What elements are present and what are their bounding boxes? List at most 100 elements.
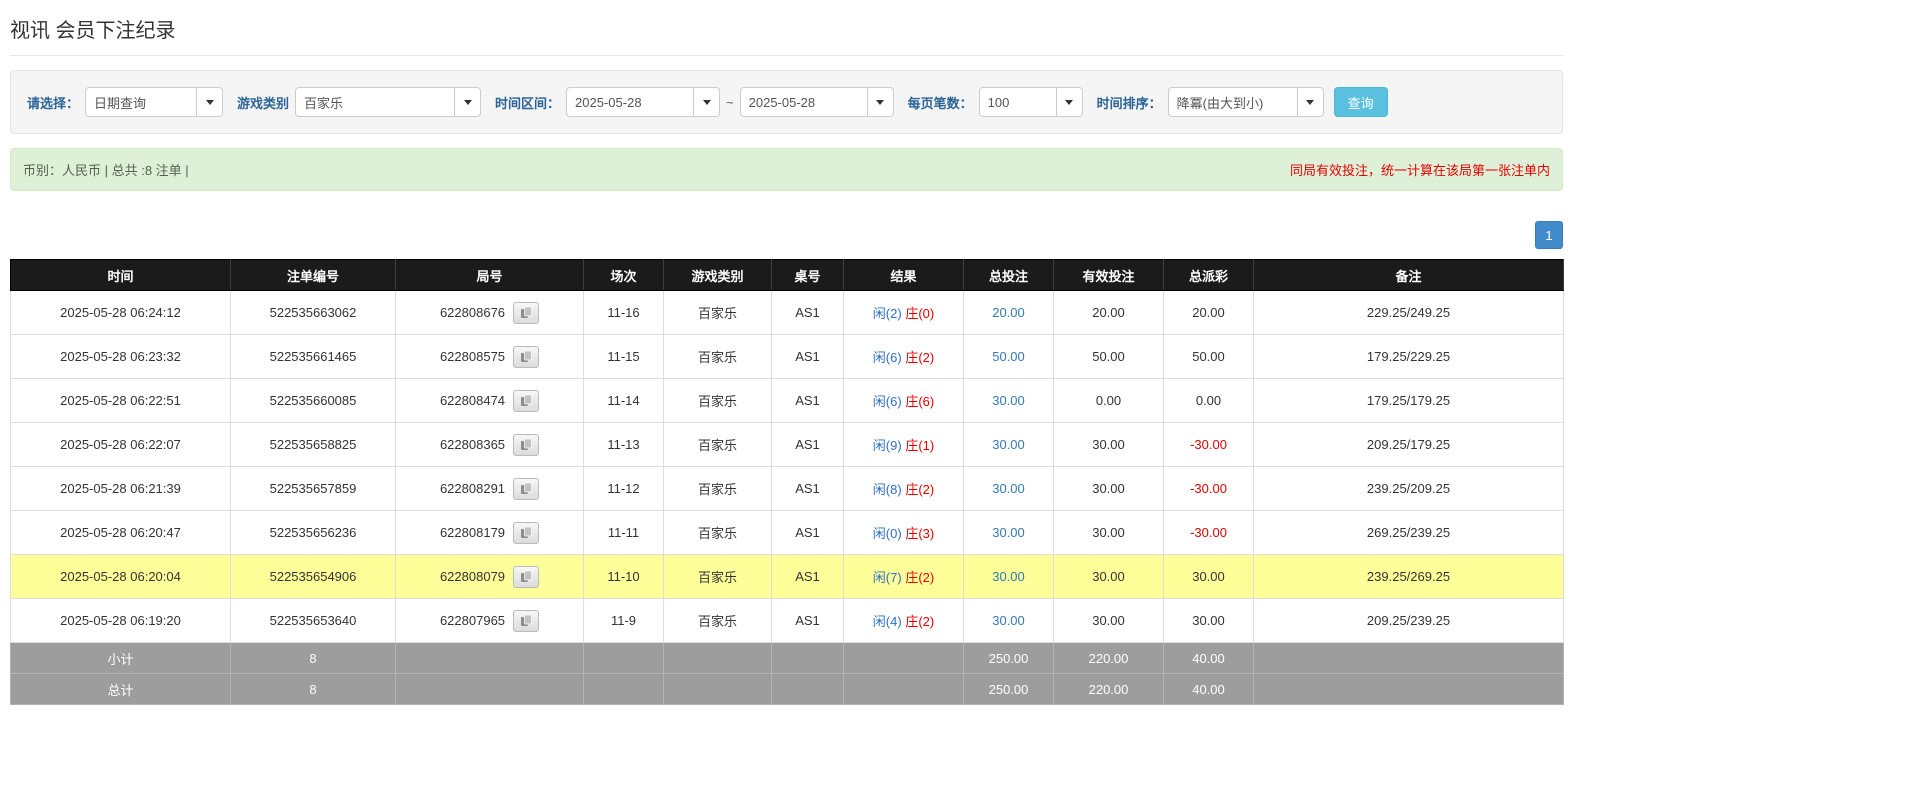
cell-result: 闲(2) 庄(0) (844, 291, 964, 335)
game-type-caret-button[interactable] (455, 87, 481, 117)
sort-caret-button[interactable] (1298, 87, 1324, 117)
total-count: 8 (231, 674, 396, 705)
cell-total-bet: 30.00 (964, 599, 1054, 643)
cell-time: 2025-05-28 06:23:32 (11, 335, 231, 379)
total-bet-link[interactable]: 20.00 (992, 305, 1025, 320)
date-from-input[interactable] (566, 87, 694, 117)
round-replay-button[interactable] (513, 302, 539, 324)
subtotal-label: 小计 (11, 643, 231, 674)
date-to-select[interactable] (740, 87, 894, 117)
date-from-select[interactable] (566, 87, 720, 117)
page-container: 视讯 会员下注纪录 请选择： 游戏类别 时间区间： ~ 每页笔数： 时间排序： (10, 0, 1563, 705)
query-type-caret-button[interactable] (197, 87, 223, 117)
cell-valid-bet: 30.00 (1054, 423, 1164, 467)
search-button[interactable]: 查询 (1334, 87, 1388, 117)
caret-down-icon (464, 100, 472, 105)
round-replay-button[interactable] (513, 610, 539, 632)
header-payout: 总派彩 (1164, 260, 1254, 291)
cards-replay-icon (520, 350, 533, 363)
cell-note: 229.25/249.25 (1254, 291, 1564, 335)
table-footer: 小计 8 250.00 220.00 40.00 总计 8 250.00 220… (11, 643, 1564, 705)
date-to-caret-button[interactable] (868, 87, 894, 117)
page-size-input[interactable] (979, 87, 1057, 117)
page-size-caret-button[interactable] (1057, 87, 1083, 117)
cell-payout: -30.00 (1164, 467, 1254, 511)
cell-session: 11-14 (584, 379, 664, 423)
cell-game: 百家乐 (664, 335, 772, 379)
sort-select[interactable] (1168, 87, 1324, 117)
subtotal-payout: 40.00 (1164, 643, 1254, 674)
cell-valid-bet: 20.00 (1054, 291, 1164, 335)
header-game-type: 游戏类别 (664, 260, 772, 291)
cell-note: 209.25/239.25 (1254, 599, 1564, 643)
total-total-bet: 250.00 (964, 674, 1054, 705)
result-banker: 庄(2) (905, 570, 934, 585)
cell-session: 11-16 (584, 291, 664, 335)
cell-round-no: 622808291 (396, 467, 584, 511)
cards-replay-icon (520, 526, 533, 539)
cell-game: 百家乐 (664, 599, 772, 643)
cards-replay-icon (520, 482, 533, 495)
round-replay-button[interactable] (513, 478, 539, 500)
total-bet-link[interactable]: 30.00 (992, 437, 1025, 452)
cell-table-no: AS1 (772, 467, 844, 511)
result-player: 闲(2) (873, 306, 902, 321)
cards-replay-icon (520, 614, 533, 627)
table-row: 2025-05-28 06:22:07 522535658825 6228083… (11, 423, 1564, 467)
cell-note: 179.25/179.25 (1254, 379, 1564, 423)
round-no-text: 622808676 (440, 305, 505, 320)
round-replay-button[interactable] (513, 390, 539, 412)
total-bet-link[interactable]: 50.00 (992, 349, 1025, 364)
round-replay-button[interactable] (513, 566, 539, 588)
date-to-input[interactable] (740, 87, 868, 117)
cell-session: 11-10 (584, 555, 664, 599)
result-banker: 庄(1) (905, 438, 934, 453)
cell-result: 闲(7) 庄(2) (844, 555, 964, 599)
date-separator: ~ (726, 95, 734, 110)
table-row: 2025-05-28 06:24:12 522535663062 6228086… (11, 291, 1564, 335)
header-valid-bet: 有效投注 (1054, 260, 1164, 291)
round-replay-button[interactable] (513, 522, 539, 544)
subtotal-count: 8 (231, 643, 396, 674)
round-no-text: 622808179 (440, 525, 505, 540)
pagination-page-1-button[interactable]: 1 (1535, 221, 1563, 249)
cell-payout: 0.00 (1164, 379, 1254, 423)
round-replay-button[interactable] (513, 346, 539, 368)
caret-down-icon (1065, 100, 1073, 105)
game-type-input[interactable] (295, 87, 455, 117)
bet-table-body: 2025-05-28 06:24:12 522535663062 6228086… (11, 291, 1564, 643)
cell-total-bet: 30.00 (964, 467, 1054, 511)
cell-note: 209.25/179.25 (1254, 423, 1564, 467)
cell-bet-id: 522535663062 (231, 291, 396, 335)
total-row: 总计 8 250.00 220.00 40.00 (11, 674, 1564, 705)
same-round-notice-text: 同局有效投注，统一计算在该局第一张注单内 (1290, 160, 1550, 179)
page-size-select[interactable] (979, 87, 1083, 117)
cell-round-no: 622807965 (396, 599, 584, 643)
date-from-caret-button[interactable] (694, 87, 720, 117)
total-bet-link[interactable]: 30.00 (992, 613, 1025, 628)
page-title: 视讯 会员下注纪录 (10, 0, 1563, 56)
cell-payout: 50.00 (1164, 335, 1254, 379)
game-type-select[interactable] (295, 87, 481, 117)
round-replay-button[interactable] (513, 434, 539, 456)
sort-input[interactable] (1168, 87, 1298, 117)
round-no-text: 622808079 (440, 569, 505, 584)
result-banker: 庄(3) (905, 526, 934, 541)
table-row: 2025-05-28 06:23:32 522535661465 6228085… (11, 335, 1564, 379)
query-type-input[interactable] (85, 87, 197, 117)
total-bet-link[interactable]: 30.00 (992, 481, 1025, 496)
result-banker: 庄(2) (905, 350, 934, 365)
total-bet-link[interactable]: 30.00 (992, 569, 1025, 584)
cell-payout: -30.00 (1164, 423, 1254, 467)
header-session: 场次 (584, 260, 664, 291)
cell-table-no: AS1 (772, 423, 844, 467)
header-result: 结果 (844, 260, 964, 291)
round-no-text: 622808575 (440, 349, 505, 364)
cell-table-no: AS1 (772, 291, 844, 335)
query-type-select[interactable] (85, 87, 223, 117)
total-bet-link[interactable]: 30.00 (992, 525, 1025, 540)
total-bet-link[interactable]: 30.00 (992, 393, 1025, 408)
cell-valid-bet: 30.00 (1054, 599, 1164, 643)
result-banker: 庄(0) (905, 306, 934, 321)
cell-total-bet: 20.00 (964, 291, 1054, 335)
